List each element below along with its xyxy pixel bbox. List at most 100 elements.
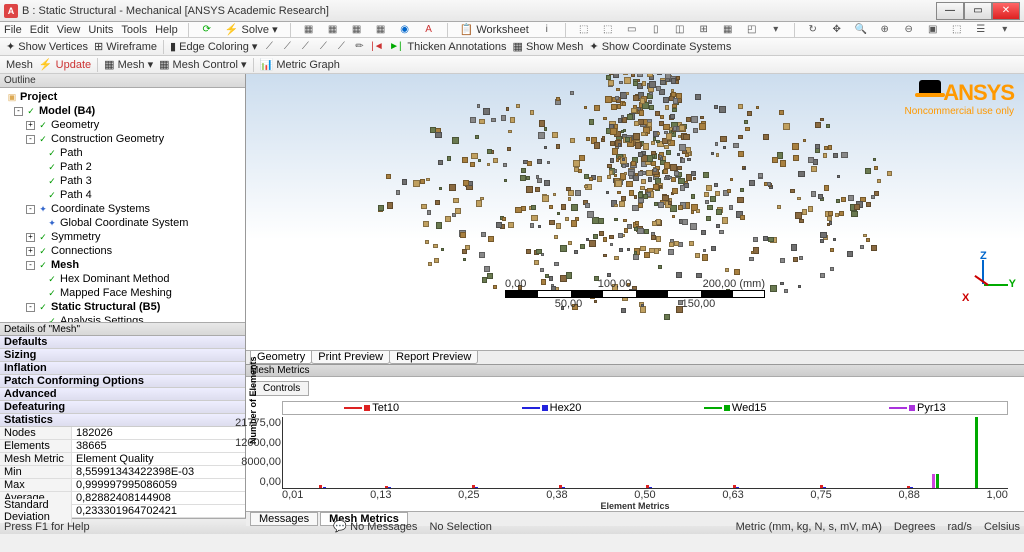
metric-graph-button[interactable]: 📊 Metric Graph — [258, 58, 342, 71]
mesh-button[interactable]: ▦ Mesh ▾ — [102, 58, 155, 71]
mesh-control-button[interactable]: ▦ Mesh Control ▾ — [157, 58, 248, 71]
tab-print-preview[interactable]: Print Preview — [311, 351, 390, 364]
menu-help[interactable]: Help — [155, 24, 178, 36]
details-grid[interactable]: Defaults Sizing Inflation Patch Conformi… — [0, 336, 245, 518]
tb-icon[interactable]: i — [539, 22, 555, 38]
collapse-icon[interactable]: - — [26, 261, 35, 270]
edge-icon[interactable]: ⟋ — [297, 39, 313, 55]
menu-tools[interactable]: Tools — [121, 24, 147, 36]
menu-view[interactable]: View — [57, 24, 81, 36]
edge-icon[interactable]: ✏ — [351, 39, 367, 55]
status-units[interactable]: Metric (mm, kg, N, s, mV, mA) — [736, 521, 882, 533]
view-icon[interactable]: ▾ — [997, 22, 1013, 38]
tree-gcs[interactable]: Global Coordinate System — [60, 216, 188, 230]
select-icon[interactable]: ▦ — [720, 22, 736, 38]
tb-icon[interactable]: ▦ — [373, 22, 389, 38]
tree-hex[interactable]: Hex Dominant Method — [60, 272, 169, 286]
tree-project[interactable]: Project — [20, 90, 57, 104]
tree-model[interactable]: Model (B4) — [39, 104, 95, 118]
details-cat[interactable]: Defeaturing — [0, 401, 245, 414]
tree-path4[interactable]: Path 4 — [60, 188, 92, 202]
status-rads[interactable]: rad/s — [947, 521, 971, 533]
details-cat[interactable]: Defaults — [0, 336, 245, 349]
edge-icon[interactable]: ►| — [387, 39, 403, 55]
tb-icon[interactable]: ◉ — [397, 22, 413, 38]
outline-tree[interactable]: ▣Project -✓Model (B4) +✓Geometry -✓Const… — [0, 88, 245, 322]
minimize-button[interactable]: — — [936, 2, 964, 20]
select-icon[interactable]: ⊞ — [696, 22, 712, 38]
close-button[interactable]: ✕ — [992, 2, 1020, 20]
edge-icon[interactable]: ⟋ — [261, 39, 277, 55]
select-icon[interactable]: ▭ — [624, 22, 640, 38]
details-row[interactable]: Min8,55991343422398E-03 — [0, 466, 245, 479]
view-icon[interactable]: ☰ — [973, 22, 989, 38]
maximize-button[interactable]: ▭ — [964, 2, 992, 20]
collapse-icon[interactable]: - — [26, 135, 35, 144]
tree-cgeom[interactable]: Construction Geometry — [51, 132, 164, 146]
refresh-icon[interactable]: ⟳ — [199, 22, 215, 38]
tree-path3[interactable]: Path 3 — [60, 174, 92, 188]
expand-icon[interactable]: + — [26, 121, 35, 130]
status-degrees[interactable]: Degrees — [894, 521, 936, 533]
tree-sym[interactable]: Symmetry — [51, 230, 101, 244]
edge-icon[interactable]: ⟋ — [333, 39, 349, 55]
show-cs-button[interactable]: ✦ Show Coordinate Systems — [587, 40, 733, 53]
tb-icon[interactable]: A — [421, 22, 437, 38]
select-icon[interactable]: ⬚ — [576, 22, 592, 38]
details-cat[interactable]: Statistics — [0, 414, 245, 427]
tree-path[interactable]: Path — [60, 146, 83, 160]
menu-edit[interactable]: Edit — [30, 24, 49, 36]
edge-coloring-button[interactable]: ▮ Edge Coloring ▾ — [168, 40, 259, 53]
zoom-icon[interactable]: 🔍 — [853, 22, 869, 38]
details-row[interactable]: Nodes182026 — [0, 427, 245, 440]
tree-mesh[interactable]: Mesh — [51, 258, 79, 272]
tree-ss[interactable]: Static Structural (B5) — [51, 300, 160, 314]
edge-icon[interactable]: ⟋ — [315, 39, 331, 55]
details-row[interactable]: Elements38665 — [0, 440, 245, 453]
controls-button[interactable]: Controls — [254, 381, 309, 396]
tab-geometry[interactable]: Geometry — [250, 351, 312, 364]
select-icon[interactable]: ⬚ — [600, 22, 616, 38]
expand-icon[interactable]: + — [26, 233, 35, 242]
worksheet-button[interactable]: 📋 Worksheet — [458, 23, 531, 36]
tb-icon[interactable]: ▦ — [349, 22, 365, 38]
tree-mapped[interactable]: Mapped Face Meshing — [60, 286, 172, 300]
select-icon[interactable]: ◫ — [672, 22, 688, 38]
pan-icon[interactable]: ✥ — [829, 22, 845, 38]
tree-conn[interactable]: Connections — [51, 244, 112, 258]
show-vertices-button[interactable]: ✦ Show Vertices — [4, 40, 90, 53]
expand-icon[interactable]: + — [26, 247, 35, 256]
solve-button[interactable]: ⚡ Solve ▾ — [223, 23, 280, 36]
select-icon[interactable]: ▾ — [768, 22, 784, 38]
details-row[interactable]: Standard Deviation0,233301964702421 — [0, 505, 245, 518]
tree-aset[interactable]: Analysis Settings — [60, 314, 144, 322]
edge-icon[interactable]: |◄ — [369, 39, 385, 55]
tb-icon[interactable]: ▦ — [325, 22, 341, 38]
tree-path2[interactable]: Path 2 — [60, 160, 92, 174]
collapse-icon[interactable]: - — [14, 107, 23, 116]
tab-report-preview[interactable]: Report Preview — [389, 351, 478, 364]
tab-messages[interactable]: Messages — [250, 512, 318, 526]
rotate-icon[interactable]: ↻ — [805, 22, 821, 38]
tb-icon[interactable]: ▦ — [301, 22, 317, 38]
wireframe-button[interactable]: ⊞ Wireframe — [92, 40, 159, 53]
details-row[interactable]: Max0,999997995086059 — [0, 479, 245, 492]
details-cat[interactable]: Inflation — [0, 362, 245, 375]
view-icon[interactable]: ⬚ — [949, 22, 965, 38]
tree-cs[interactable]: Coordinate Systems — [51, 202, 150, 216]
collapse-icon[interactable]: - — [26, 303, 35, 312]
menu-file[interactable]: File — [4, 24, 22, 36]
details-cat[interactable]: Sizing — [0, 349, 245, 362]
select-icon[interactable]: ◰ — [744, 22, 760, 38]
menu-units[interactable]: Units — [88, 24, 113, 36]
status-messages[interactable]: 💬 No Messages — [333, 520, 417, 533]
update-button[interactable]: ⚡ Update — [37, 58, 93, 71]
fit-icon[interactable]: ▣ — [925, 22, 941, 38]
details-row[interactable]: Mesh MetricElement Quality — [0, 453, 245, 466]
edge-icon[interactable]: ⟋ — [279, 39, 295, 55]
axis-triad[interactable]: Z Y X — [960, 260, 1010, 310]
details-cat[interactable]: Patch Conforming Options — [0, 375, 245, 388]
status-celsius[interactable]: Celsius — [984, 521, 1020, 533]
tree-geometry[interactable]: Geometry — [51, 118, 99, 132]
show-mesh-button[interactable]: ▦ Show Mesh — [510, 40, 585, 53]
